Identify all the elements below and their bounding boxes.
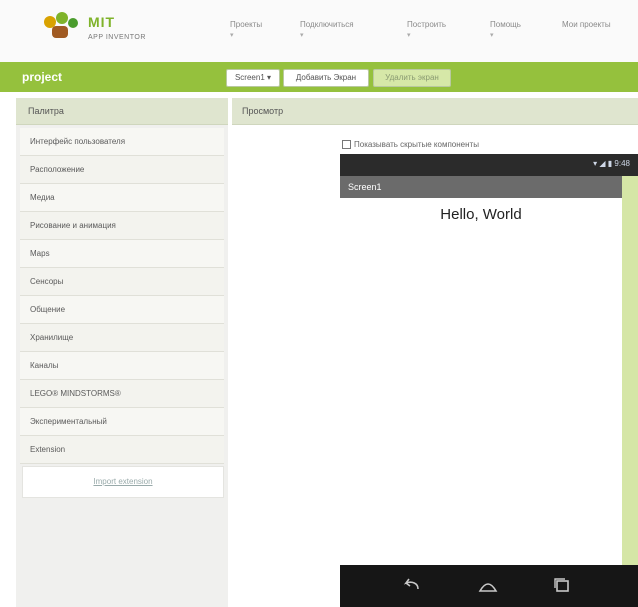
logo-text: MIT (88, 14, 116, 30)
back-icon[interactable] (400, 575, 424, 595)
nav-projects-label: Проекты (230, 20, 263, 29)
app-header: MIT APP INVENTOR Проекты ▾ Подключиться … (0, 0, 638, 62)
nav-my-projects-label: Мои проекты (562, 20, 611, 29)
add-screen-button[interactable]: Добавить Экран (283, 69, 369, 87)
palette-category-layout[interactable]: Расположение (20, 156, 224, 184)
palette-category-sensors[interactable]: Сенсоры (20, 268, 224, 296)
palette-category-experimental[interactable]: Экспериментальный (20, 408, 224, 436)
logo-petal-icon (68, 18, 78, 28)
screen-title: Screen1 (348, 182, 382, 192)
project-toolbar: project Screen1 ▾ Добавить Экран Удалить… (0, 62, 638, 92)
logo-petal-icon (56, 12, 68, 24)
viewer-panel: Просмотр Показывать скрытые компоненты ▾… (232, 98, 638, 607)
logo-subtitle: APP INVENTOR (88, 34, 146, 41)
phone-preview: ▾ ◢ ▮ 9:48 Screen1 Hello, World (340, 154, 638, 607)
show-hidden-components-checkbox[interactable]: Показывать скрытые компоненты (342, 140, 479, 150)
status-time: 9:48 (614, 159, 630, 168)
nav-connect[interactable]: Подключиться ▾ (300, 20, 354, 39)
palette-category-drawing-animation[interactable]: Рисование и анимация (20, 212, 224, 240)
remove-screen-button[interactable]: Удалить экран (373, 69, 451, 87)
viewer-title: Просмотр (242, 106, 284, 116)
palette-category-lego-mindstorms[interactable]: LEGO® MINDSTORMS® (20, 380, 224, 408)
chevron-down-icon: ▾ (407, 32, 411, 39)
palette-category-extension[interactable]: Extension (20, 436, 224, 464)
chevron-down-icon: ▾ (490, 32, 494, 39)
wifi-icon: ▾ (593, 159, 598, 168)
palette-category-user-interface[interactable]: Интерфейс пользователя (20, 128, 224, 156)
home-icon[interactable] (476, 575, 500, 595)
app-inventor-logo[interactable]: MIT APP INVENTOR (42, 10, 162, 50)
nav-my-projects[interactable]: Мои проекты (562, 20, 612, 29)
chevron-down-icon: ▾ (230, 32, 234, 39)
palette-header: Палитра (16, 98, 228, 125)
palette-category-maps[interactable]: Maps (20, 240, 224, 268)
status-icons: ▾ ◢ ▮ 9:48 (593, 159, 630, 168)
nav-build-label: Построить (407, 20, 447, 29)
palette-category-connectivity[interactable]: Каналы (20, 352, 224, 380)
palette-category-media[interactable]: Медиа (20, 184, 224, 212)
screen-select-dropdown[interactable]: Screen1 ▾ (226, 69, 280, 87)
phone-status-bar: ▾ ◢ ▮ 9:48 (340, 154, 638, 176)
palette-category-storage[interactable]: Хранилище (20, 324, 224, 352)
nav-projects[interactable]: Проекты ▾ (230, 20, 262, 39)
show-hidden-label: Показывать скрытые компоненты (354, 140, 479, 149)
palette-category-social[interactable]: Общение (20, 296, 224, 324)
checkbox-icon (342, 140, 351, 150)
nav-build[interactable]: Построить ▾ (407, 20, 446, 39)
import-extension-link[interactable]: Import extension (22, 466, 224, 498)
phone-screen[interactable]: Hello, World (340, 198, 622, 565)
project-name: project (22, 70, 63, 84)
viewer-header: Просмотр (232, 98, 638, 125)
signal-icon: ◢ (599, 159, 606, 168)
recent-apps-icon[interactable] (550, 575, 574, 595)
chevron-down-icon: ▾ (300, 32, 304, 39)
nav-connect-label: Подключиться (300, 20, 354, 29)
screen-title-bar: Screen1 (340, 176, 622, 198)
palette-category-list: Интерфейс пользователя Расположение Меди… (20, 128, 224, 464)
palette-panel: Палитра Интерфейс пользователя Расположе… (16, 98, 228, 607)
nav-help-label: Помощь (490, 20, 521, 29)
logo-petal-icon (52, 26, 68, 38)
nav-help[interactable]: Помощь ▾ (490, 20, 521, 39)
hello-label[interactable]: Hello, World (340, 206, 622, 223)
palette-title: Палитра (28, 106, 64, 116)
phone-nav-bar (340, 565, 638, 607)
battery-icon: ▮ (607, 159, 613, 168)
